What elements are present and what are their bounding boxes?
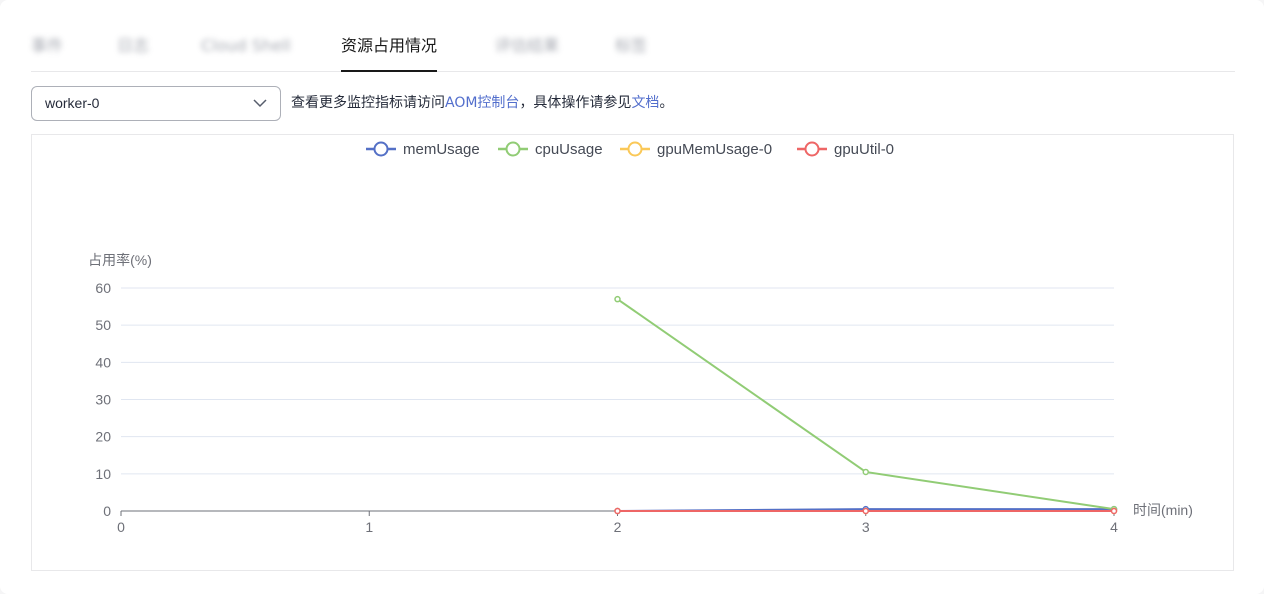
usage-line-chart: 0 10 20 30 40 50 60 0 1 2 3 4 占用率(%) 时间(min) memUsage c… [88, 141, 1193, 535]
x-tick-label: 1 [365, 519, 373, 535]
hint-prefix: 查看更多监控指标请访问 [291, 95, 445, 111]
y-axis-label: 占用率(%) [88, 252, 152, 268]
series-line-cpuUsage [616, 298, 1115, 511]
y-tick-label: 60 [95, 280, 111, 296]
legend-marker-gpuMemUsage-0 [627, 141, 643, 157]
x-tick-label: 2 [614, 519, 622, 535]
y-tick-label: 50 [95, 317, 111, 333]
tab-evaluation[interactable]: 评估结果 [495, 28, 559, 71]
monitoring-hint: 查看更多监控指标请访问AOM控制台，具体操作请参见文档。 [291, 92, 673, 114]
resource-usage-panel: 事件 日志 Cloud Shell 资源占用情况 评估结果 标签 worker-… [0, 0, 1264, 594]
y-tick-label: 30 [95, 392, 111, 408]
tab-logs[interactable]: 日志 [117, 28, 149, 71]
data-point-cpuUsage [862, 468, 869, 476]
legend-label-gpuUtil-0: gpuUtil-0 [834, 141, 894, 158]
x-tick-label: 0 [117, 519, 125, 535]
usage-chart: 0 10 20 30 40 50 60 0 1 2 3 4 占用率(%) 时间(min) memUsage c… [31, 134, 1234, 571]
legend-label-cpuUsage: cpuUsage [535, 141, 603, 158]
legend-marker-gpuUtil-0 [804, 141, 820, 157]
hint-suffix: 。 [659, 95, 674, 111]
data-point-cpuUsage [614, 295, 621, 303]
tab-resource-usage[interactable]: 资源占用情况 [341, 28, 438, 72]
tab-cloud-shell[interactable]: Cloud Shell [201, 28, 291, 71]
x-axis-label: 时间(min) [1133, 502, 1193, 518]
worker-select-value: worker-0 [45, 95, 100, 111]
data-point-gpuUtil-0 [1110, 507, 1118, 515]
worker-select[interactable]: worker-0 [31, 86, 281, 121]
legend-label-memUsage: memUsage [403, 141, 480, 158]
hint-middle: ，具体操作请参见 [519, 95, 632, 111]
legend-marker-cpuUsage [505, 141, 521, 157]
tab-events[interactable]: 事件 [31, 28, 63, 71]
docs-link[interactable]: 文档 [631, 95, 659, 111]
y-tick-label: 20 [95, 429, 111, 445]
data-point-gpuUtil-0 [614, 507, 621, 515]
y-tick-label: 10 [95, 466, 111, 482]
tab-tags[interactable]: 标签 [615, 28, 647, 71]
aom-console-link[interactable]: AOM控制台 [445, 95, 519, 111]
x-tick-label: 3 [862, 519, 870, 535]
tab-bar: 事件 日志 Cloud Shell 资源占用情况 评估结果 标签 [31, 28, 1235, 72]
x-tick-label: 4 [1110, 519, 1118, 535]
data-point-gpuUtil-0 [862, 507, 869, 515]
legend-label-gpuMemUsage-0: gpuMemUsage-0 [657, 141, 772, 158]
legend-marker-memUsage [373, 141, 389, 157]
y-tick-label: 0 [103, 503, 111, 519]
y-tick-label: 40 [95, 354, 111, 370]
chevron-down-icon [253, 99, 267, 108]
